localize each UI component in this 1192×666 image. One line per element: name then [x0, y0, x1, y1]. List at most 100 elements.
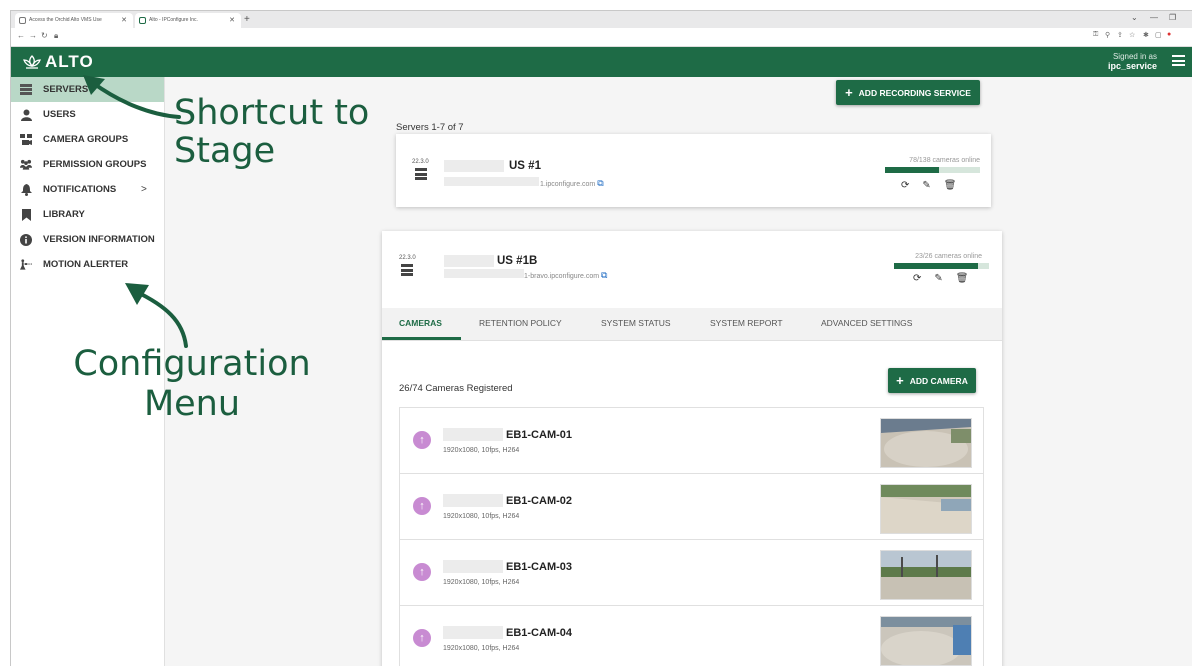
server-name: US #1 [509, 160, 541, 172]
annotation-line: Stage [174, 131, 276, 171]
bell-icon [20, 183, 32, 196]
camera-row[interactable]: ↑ EB1-CAM-01 1920x1080, 10fps, H264 [400, 408, 983, 474]
plus-icon: + [845, 84, 853, 100]
sidebar-item-label: MOTION ALERTER [43, 259, 129, 270]
tab-cameras[interactable]: CAMERAS [399, 318, 442, 328]
cameras-registered-text: 26/74 Cameras Registered [399, 383, 513, 394]
camera-name: EB1-CAM-03 [506, 561, 573, 573]
servers-count: Servers 1-7 of 7 [396, 122, 464, 133]
browser-tab-docs[interactable]: Access the Orchid Alto VMS Use ✕ [15, 13, 133, 28]
close-tab-icon[interactable]: ✕ [121, 13, 127, 28]
zoom-icon[interactable]: ⚲ [1105, 31, 1110, 39]
camera-info: 1920x1080, 10fps, H264 [443, 645, 520, 652]
user-icon [20, 109, 32, 121]
key-icon[interactable]: ⚿ [1093, 31, 1098, 39]
server-version: 22.3.0 [399, 255, 416, 261]
redacted-text [444, 269, 524, 278]
annotation-shortcut-to-stage: Shortcut to Stage [174, 94, 369, 170]
add-camera-label: ADD CAMERA [909, 375, 968, 386]
add-recording-service-label: ADD RECORDING SERVICE [858, 87, 971, 98]
refresh-icon[interactable]: ⟳ [901, 180, 909, 191]
tab-advanced-settings[interactable]: ADVANCED SETTINGS [821, 318, 912, 328]
camera-row[interactable]: ↑ EB1-CAM-03 1920x1080, 10fps, H264 [400, 540, 983, 606]
signed-in-info: Signed in as ipc_service [1108, 52, 1157, 71]
arrow-up-circle-icon: ↑ [413, 629, 431, 647]
browser-tab-alto[interactable]: Alto - IPConfigure Inc. ✕ [135, 13, 241, 28]
server-version: 22.3.0 [412, 159, 429, 165]
sidebar-item-library[interactable]: LIBRARY [11, 202, 164, 227]
minimize-icon[interactable]: — [1150, 13, 1158, 22]
edit-pencil-icon[interactable]: ✎ [934, 273, 942, 284]
tab-search-icon[interactable]: ⌄ [1131, 13, 1138, 22]
permission-groups-icon [20, 159, 32, 171]
redacted-text [444, 255, 494, 267]
cameras-online-bar [894, 263, 989, 269]
camera-groups-icon [20, 134, 32, 146]
cameras-online-text: 23/26 cameras online [915, 253, 982, 260]
camera-row[interactable]: ↑ EB1-CAM-04 1920x1080, 10fps, H264 [400, 606, 983, 666]
tab-retention-policy[interactable]: RETENTION POLICY [479, 318, 562, 328]
reload-icon[interactable]: ↻ [41, 31, 48, 40]
active-tab-indicator [382, 337, 461, 340]
new-tab-button[interactable]: + [244, 13, 250, 26]
cameras-online-fill [894, 263, 978, 269]
tab-system-status[interactable]: SYSTEM STATUS [601, 318, 671, 328]
server-url[interactable]: 1-bravo.ipconfigure.com ⧉ [524, 270, 607, 281]
sidebar-item-permission-groups[interactable]: PERMISSION GROUPS [11, 152, 164, 177]
servers-icon [20, 84, 32, 96]
tab-system-report[interactable]: SYSTEM REPORT [710, 318, 783, 328]
external-link-icon[interactable]: ⧉ [597, 178, 603, 188]
camera-info: 1920x1080, 10fps, H264 [443, 579, 520, 586]
redacted-text [443, 560, 503, 573]
camera-thumbnail[interactable] [880, 484, 972, 534]
restore-icon[interactable]: ❐ [1169, 13, 1176, 22]
camera-list: ↑ EB1-CAM-01 1920x1080, 10fps, H264 ↑ EB… [399, 407, 984, 666]
profile-icon[interactable]: ● [1167, 31, 1171, 38]
server-card[interactable]: 22.3.0 US #1 1.ipconfigure.com ⧉ 78/138 … [396, 134, 991, 207]
extensions-icon[interactable]: ✱ [1143, 31, 1149, 39]
close-tab-icon[interactable]: ✕ [229, 13, 235, 28]
camera-thumbnail[interactable] [880, 616, 972, 666]
sidepanel-icon[interactable]: ▢ [1155, 31, 1162, 39]
add-camera-button[interactable]: + ADD CAMERA [888, 368, 976, 393]
trash-icon[interactable]: 🗑︎ [944, 180, 957, 191]
external-link-icon[interactable]: ⧉ [601, 270, 607, 280]
page-icon [19, 17, 26, 24]
add-recording-service-button[interactable]: + ADD RECORDING SERVICE [836, 80, 980, 105]
plus-icon: + [896, 372, 904, 388]
browser-tab-title: Access the Orchid Alto VMS Use [29, 17, 102, 23]
signed-in-label: Signed in as [1112, 52, 1157, 61]
browser-window: Access the Orchid Alto VMS Use ✕ Alto - … [10, 10, 1192, 666]
server-icon [415, 168, 427, 182]
camera-info: 1920x1080, 10fps, H264 [443, 447, 520, 454]
sidebar-item-version-information[interactable]: VERSION INFORMATION [11, 227, 164, 252]
alto-favicon-icon [139, 17, 146, 24]
server-actions: ⟳ ✎ 🗑︎ [901, 180, 956, 191]
camera-row[interactable]: ↑ EB1-CAM-02 1920x1080, 10fps, H264 [400, 474, 983, 540]
share-icon[interactable]: ⇪ [1117, 31, 1123, 39]
trash-icon[interactable]: 🗑︎ [956, 273, 969, 284]
redacted-text [443, 494, 503, 507]
server-url[interactable]: 1.ipconfigure.com ⧉ [540, 178, 604, 189]
refresh-icon[interactable]: ⟳ [913, 273, 921, 284]
arrow-up-circle-icon: ↑ [413, 563, 431, 581]
bookmark-icon [20, 208, 32, 221]
back-icon[interactable]: ← [17, 31, 25, 40]
star-icon[interactable]: ☆ [1129, 31, 1135, 39]
username: ipc_service [1107, 61, 1157, 71]
sidebar-item-notifications[interactable]: NOTIFICATIONS > [11, 177, 164, 202]
edit-pencil-icon[interactable]: ✎ [922, 180, 930, 191]
camera-thumbnail[interactable] [880, 550, 972, 600]
arrow-up-circle-icon: ↑ [413, 497, 431, 515]
annotation-arrow-shortcut [83, 75, 181, 119]
info-icon [20, 233, 32, 246]
motion-alerter-icon [20, 259, 32, 271]
forward-icon[interactable]: → [29, 31, 37, 40]
lock-icon[interactable]: 🔒︎ [54, 31, 58, 41]
cameras-online-fill [885, 167, 940, 173]
camera-name: EB1-CAM-02 [506, 495, 573, 507]
annotation-arrow-config [125, 283, 188, 348]
hamburger-menu-icon[interactable] [1172, 55, 1185, 66]
server-name: US #1B [497, 255, 538, 267]
camera-thumbnail[interactable] [880, 418, 972, 468]
